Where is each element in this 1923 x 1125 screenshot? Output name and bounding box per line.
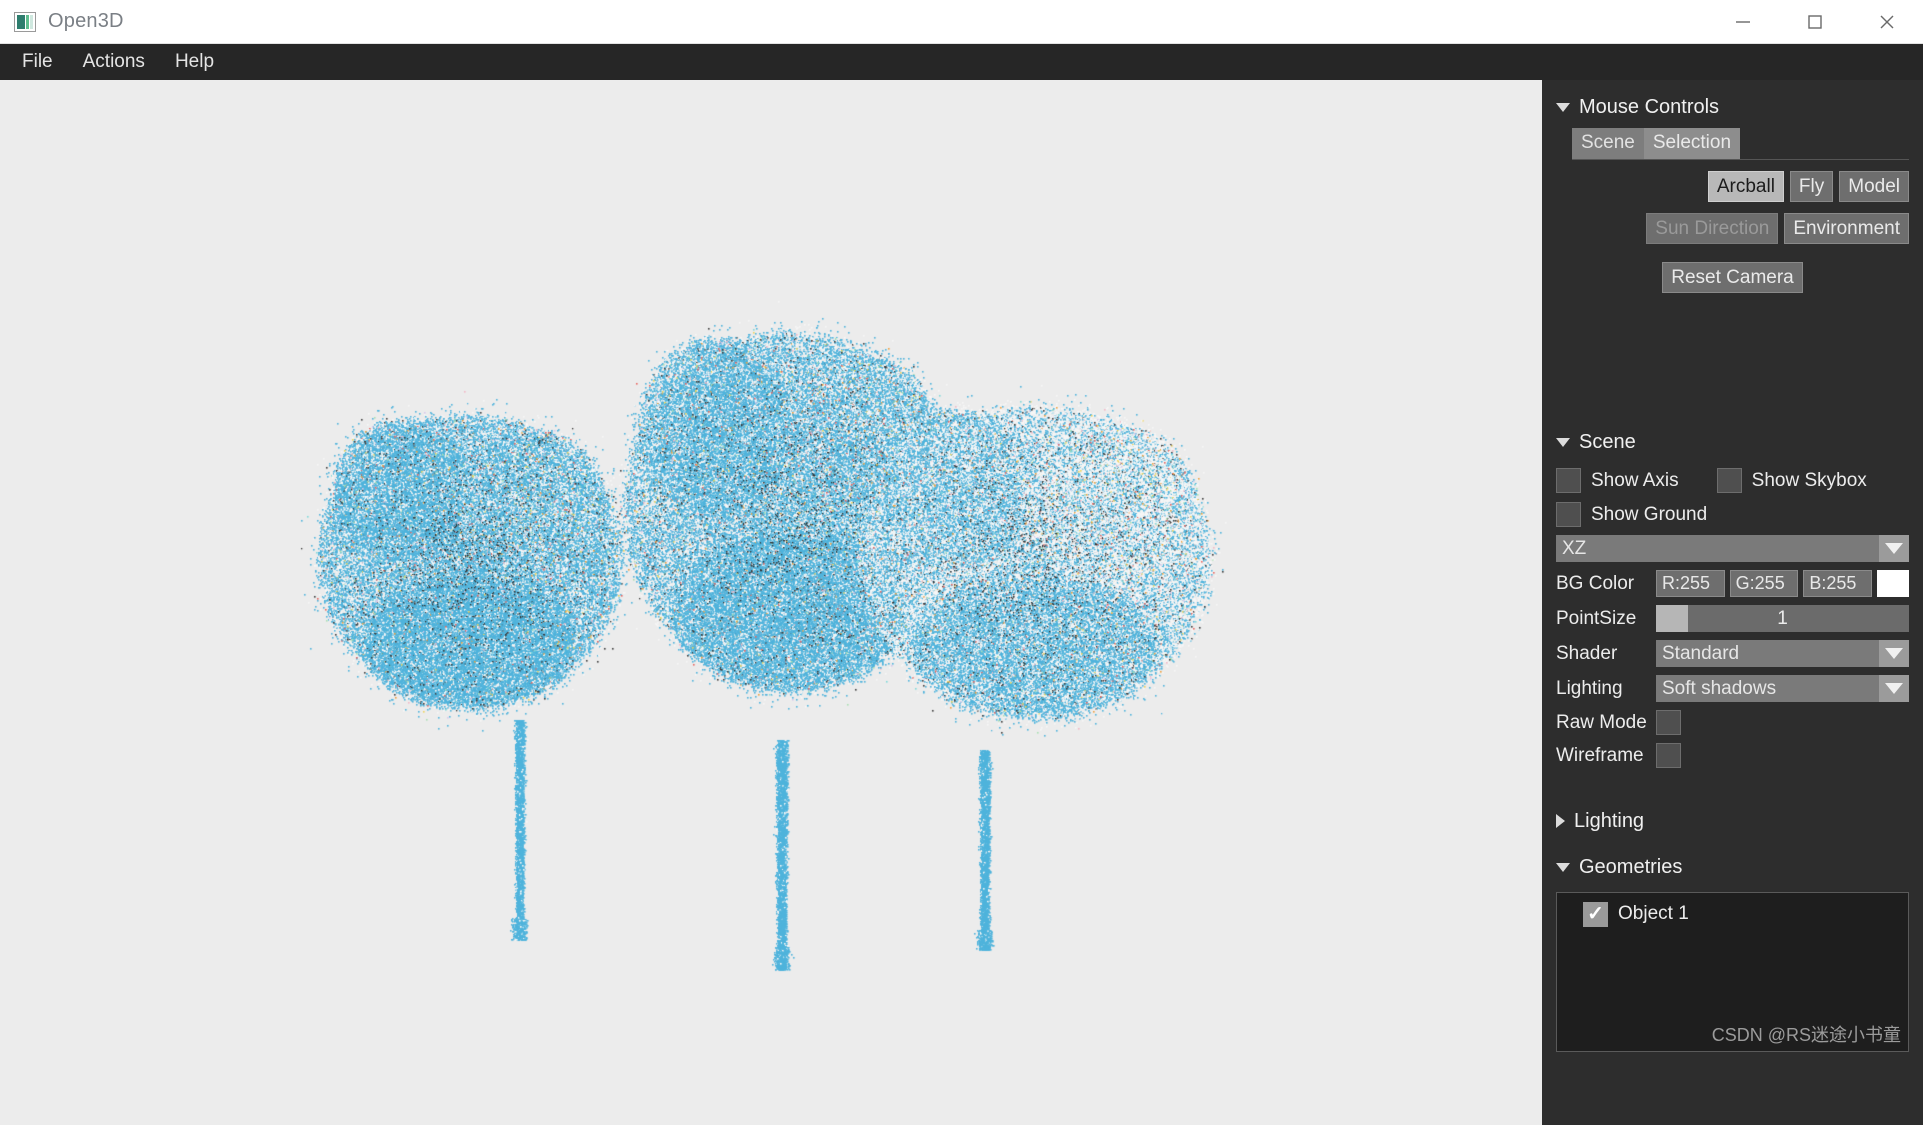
light-mode-row: Sun Direction Environment	[1556, 213, 1909, 244]
environment-button[interactable]: Environment	[1784, 213, 1909, 244]
bg-color-row: BG Color R:255 G:255 B:255	[1556, 570, 1910, 597]
ground-plane-select[interactable]: XZ	[1556, 535, 1909, 562]
wireframe-label: Wireframe	[1556, 744, 1644, 766]
shader-label: Shader	[1556, 642, 1618, 664]
wireframe-row: Wireframe	[1556, 743, 1909, 768]
mouse-controls-tabs: Scene Selection	[1572, 128, 1909, 159]
show-axis-checkbox[interactable]	[1556, 468, 1581, 493]
bg-color-b-field[interactable]: B:255	[1803, 570, 1873, 597]
section-lighting[interactable]: Lighting	[1556, 804, 1909, 838]
section-geometries[interactable]: Geometries	[1556, 850, 1909, 884]
show-axis-label: Show Axis	[1591, 469, 1679, 491]
wireframe-checkbox[interactable]	[1656, 743, 1681, 768]
menu-bar: File Actions Help	[0, 44, 1923, 80]
lighting-label: Lighting	[1556, 677, 1623, 699]
section-mouse-controls[interactable]: Mouse Controls	[1556, 90, 1909, 124]
point-size-slider[interactable]: 1	[1656, 605, 1909, 632]
lighting-value: Soft shadows	[1662, 677, 1777, 699]
sun-direction-button[interactable]: Sun Direction	[1646, 213, 1779, 244]
raw-mode-label: Raw Mode	[1556, 711, 1647, 733]
window-controls	[1707, 0, 1923, 44]
show-skybox-checkbox[interactable]	[1716, 468, 1742, 493]
maximize-icon[interactable]	[1779, 0, 1851, 44]
chevron-down-icon[interactable]	[1879, 640, 1909, 667]
show-skybox-label: Show Skybox	[1751, 469, 1867, 491]
point-cloud-render[interactable]	[0, 80, 1542, 1125]
geometry-item-label: Object 1	[1618, 903, 1689, 924]
reset-camera-button[interactable]: Reset Camera	[1662, 262, 1803, 293]
section-title-geometries: Geometries	[1579, 855, 1683, 878]
close-icon[interactable]	[1851, 0, 1923, 44]
section-scene[interactable]: Scene	[1556, 425, 1909, 459]
menu-item-actions[interactable]: Actions	[73, 44, 155, 80]
section-title-lighting: Lighting	[1574, 809, 1645, 832]
camera-mode-row: Arcball Fly Model	[1556, 171, 1909, 202]
shader-select[interactable]: Standard	[1656, 640, 1909, 667]
section-title-scene: Scene	[1579, 430, 1636, 453]
menu-item-file[interactable]: File	[12, 44, 63, 80]
camera-mode-model-button[interactable]: Model	[1839, 171, 1909, 202]
chevron-down-icon	[1556, 437, 1570, 447]
bg-color-label: BG Color	[1556, 572, 1635, 594]
open3d-logo-icon	[14, 11, 36, 32]
section-title-mouse-controls: Mouse Controls	[1579, 95, 1720, 118]
bg-color-swatch[interactable]	[1877, 570, 1910, 597]
show-ground-checkbox[interactable]	[1556, 502, 1581, 527]
settings-panel: Mouse Controls Scene Selection Arcball F…	[1542, 80, 1923, 1125]
menu-item-help[interactable]: Help	[165, 44, 224, 80]
point-size-label: PointSize	[1556, 607, 1637, 629]
bg-color-r-field[interactable]: R:255	[1656, 570, 1725, 597]
chevron-down-icon[interactable]	[1879, 675, 1909, 702]
tab-scene[interactable]: Scene	[1572, 128, 1644, 159]
ground-plane-value: XZ	[1562, 537, 1587, 559]
tab-underline	[1572, 159, 1909, 160]
open3d-window: Open3D File Actions Help Mouse Controls	[0, 0, 1923, 1125]
chevron-down-icon	[1556, 862, 1570, 872]
tab-selection[interactable]: Selection	[1643, 128, 1741, 159]
camera-mode-arcball-button[interactable]: Arcball	[1707, 171, 1784, 202]
scene-toggles-row-1: Show Axis Show Skybox	[1556, 468, 1909, 493]
chevron-right-icon	[1556, 814, 1565, 828]
3d-viewport[interactable]	[0, 80, 1542, 1125]
geometries-listbox[interactable]: ✓ Object 1 CSDN @RS迷途小书童	[1556, 892, 1909, 1052]
shader-value: Standard	[1662, 642, 1740, 664]
lighting-select[interactable]: Soft shadows	[1656, 675, 1909, 702]
minimize-icon[interactable]	[1707, 0, 1779, 44]
scene-toggles-row-2: Show Ground	[1556, 502, 1909, 527]
point-size-value: 1	[1777, 607, 1788, 629]
raw-mode-checkbox[interactable]	[1656, 710, 1681, 735]
bg-color-g-field[interactable]: G:255	[1729, 570, 1799, 597]
watermark-text: CSDN @RS迷途小书童	[1711, 1025, 1901, 1045]
point-size-slider-thumb[interactable]	[1656, 605, 1688, 632]
chevron-down-icon	[1556, 102, 1570, 112]
list-item[interactable]: ✓ Object 1	[1557, 899, 1908, 929]
show-ground-label: Show Ground	[1591, 503, 1708, 525]
reset-camera-row: Reset Camera	[1556, 262, 1909, 293]
object-visibility-checkbox[interactable]: ✓	[1583, 901, 1608, 927]
camera-mode-fly-button[interactable]: Fly	[1789, 171, 1834, 202]
raw-mode-row: Raw Mode	[1556, 710, 1909, 735]
title-bar: Open3D	[0, 0, 1923, 44]
lighting-row: Lighting Soft shadows	[1556, 675, 1909, 702]
chevron-down-icon[interactable]	[1879, 535, 1909, 562]
window-title: Open3D	[48, 10, 124, 32]
point-size-row: PointSize 1	[1556, 605, 1909, 632]
shader-row: Shader Standard	[1556, 640, 1909, 667]
